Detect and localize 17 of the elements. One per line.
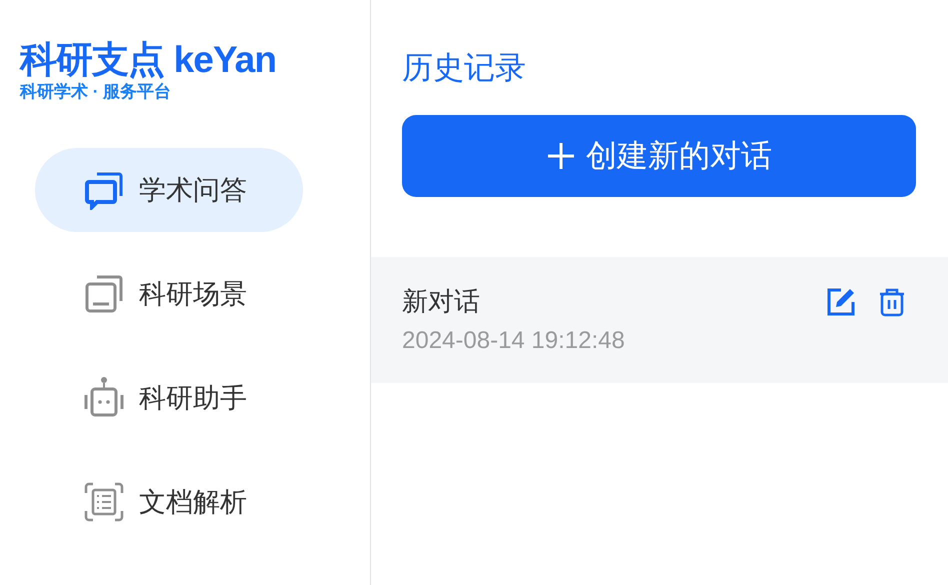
plus-icon: [546, 141, 576, 171]
trash-icon[interactable]: [878, 287, 906, 317]
logo-subtitle: 科研学术 · 服务平台: [20, 82, 172, 102]
history-title: 历史记录: [402, 49, 526, 87]
nav-item[interactable]: 科研助手: [35, 356, 303, 440]
history-item[interactable]: 新对话 2024-08-14 19:12:48: [371, 257, 948, 383]
chat-timestamp: 2024-08-14 19:12:48: [402, 326, 625, 356]
logo-title: 科研支点 keYan: [20, 38, 278, 82]
nav-item[interactable]: 科研场景: [35, 252, 303, 336]
document-scan-icon: [83, 481, 125, 523]
nav-item[interactable]: 学术问答: [35, 148, 303, 232]
nav-item[interactable]: 文档解析: [35, 460, 303, 544]
new-chat-button[interactable]: 创建新的对话: [402, 115, 916, 197]
window-stack-icon: [83, 274, 125, 314]
edit-icon[interactable]: [826, 287, 856, 317]
chat-title: 新对话: [402, 285, 480, 318]
chat-bubbles-icon: [83, 170, 125, 210]
